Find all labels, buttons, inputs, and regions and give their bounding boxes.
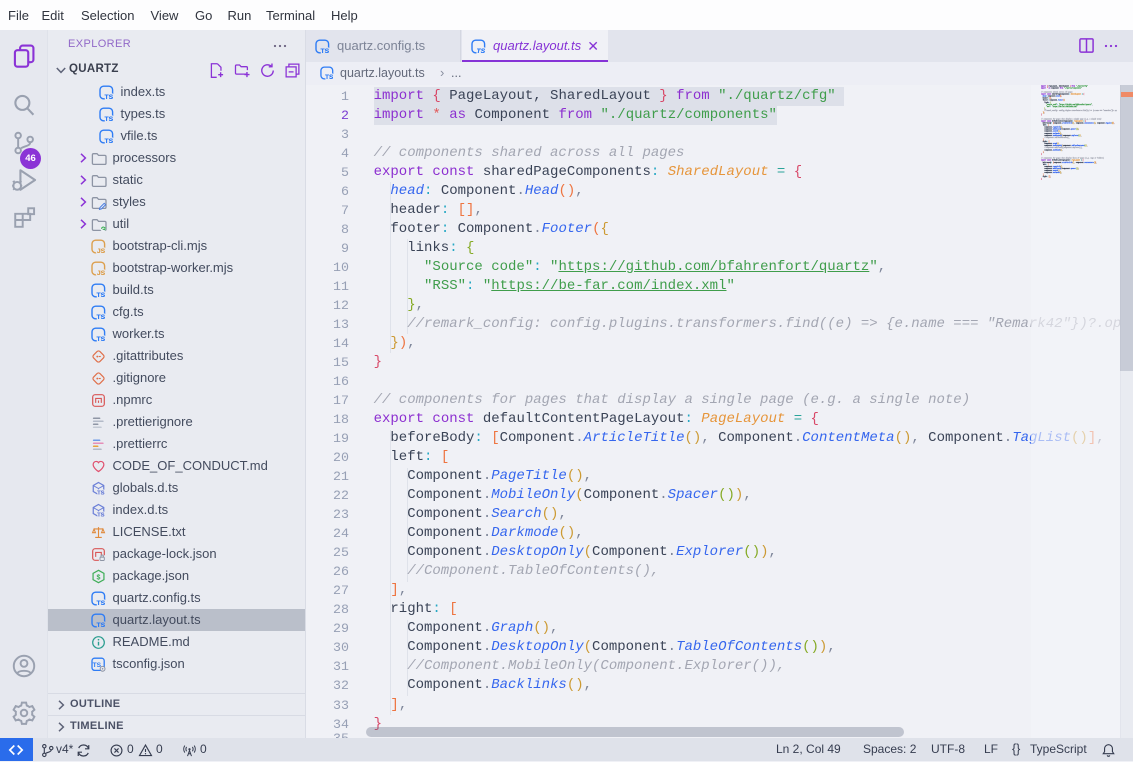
svg-text:TS: TS [325,74,333,80]
svg-text:TS: TS [104,94,113,100]
svg-text:TS: TS [96,292,105,298]
svg-text:$: $ [96,574,100,581]
svg-text:TS: TS [96,336,105,342]
svg-text:TS: TS [477,48,486,54]
svg-text:TS: TS [96,314,105,320]
svg-text:TS: TS [104,138,113,144]
svg-text:TS: TS [97,490,105,495]
svg-text:TS: TS [104,116,113,122]
svg-text:JS: JS [96,270,105,276]
svg-text:TS: TS [96,600,105,606]
svg-text:TS: TS [321,48,330,54]
svg-text:TS: TS [96,622,105,628]
svg-text:JS: JS [96,248,105,254]
svg-text:TS: TS [97,512,105,517]
